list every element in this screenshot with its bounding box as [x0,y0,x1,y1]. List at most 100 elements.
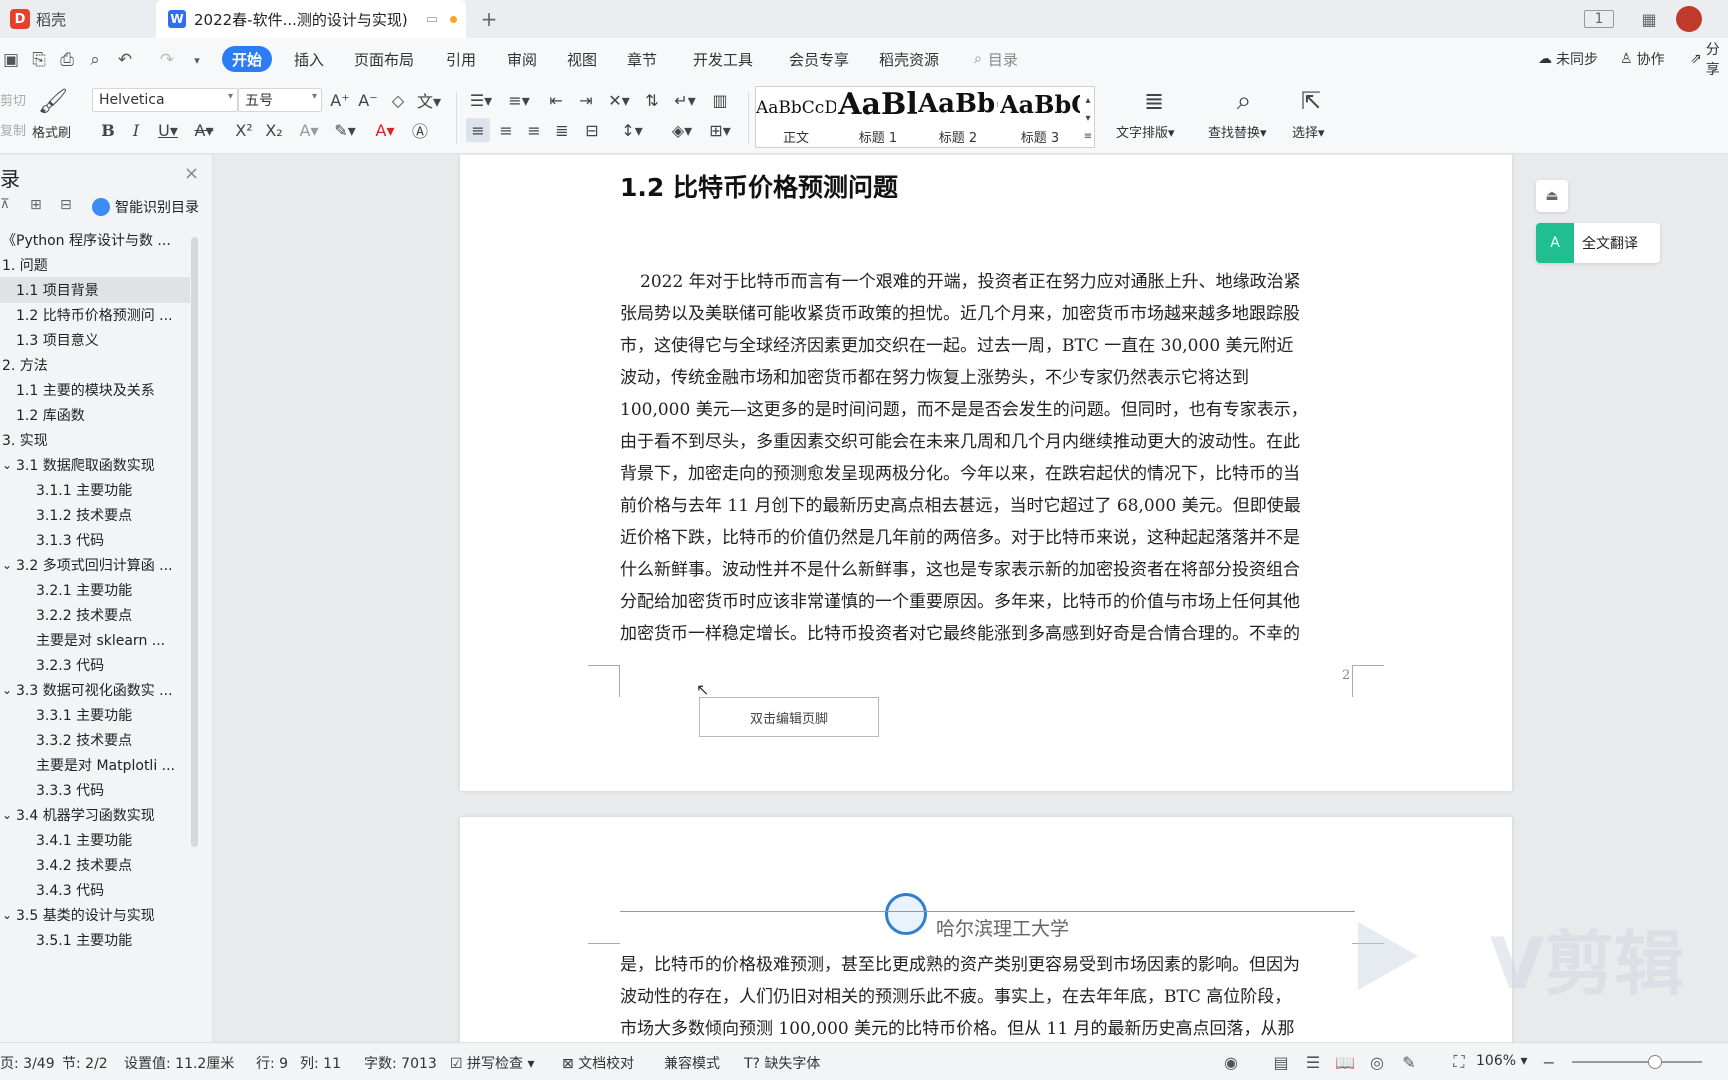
print-preview-icon[interactable]: ⌕ [84,49,106,71]
zoom-slider-thumb[interactable] [1648,1055,1662,1069]
toc-item[interactable]: 主要是对 Matplotli ... [0,752,190,778]
toc-item[interactable]: ⌄ 3.1 数据爬取函数实现 [0,452,190,478]
zoom-level[interactable]: 106% ▾ [1476,1053,1528,1069]
toc-item[interactable]: 1. 问题 [0,252,190,278]
toc-scrollbar[interactable] [191,237,198,847]
menu-developer[interactable]: 开发工具 [683,46,763,72]
doc-proof-button[interactable]: ⊠ 文档校对 [562,1053,634,1073]
menu-page-layout[interactable]: 页面布局 [344,46,424,72]
toc-item[interactable]: ⌄ 3.5 基类的设计与实现 [0,902,190,928]
text-layout-icon[interactable]: ≣ [1136,84,1172,118]
shading-icon[interactable]: ◈▾ [666,118,698,142]
outline-view-icon[interactable]: ☰ [1302,1051,1324,1073]
menu-references[interactable]: 引用 [436,46,486,72]
collaborate-button[interactable]: ♙ 协作 [1610,46,1675,72]
menu-insert[interactable]: 插入 [284,46,334,72]
chinese-layout-icon[interactable]: ✕▾ [604,88,634,112]
toc-item[interactable]: 3.3.3 代码 [0,777,190,803]
font-family-select[interactable]: Helvetica ▾ [92,88,238,112]
collapse-all-icon[interactable]: ⊼ [0,197,10,212]
bold-icon[interactable]: B [98,118,118,142]
justify-icon[interactable]: ≣ [550,118,574,142]
select-cursor-icon[interactable]: ⇱ [1296,84,1326,118]
style-normal[interactable]: AaBbCcDd 正文 [756,86,836,148]
full-translate-button[interactable]: A 全文翻译 [1536,223,1660,263]
toc-item[interactable]: 1.3 项目意义 [0,327,190,353]
grow-font-icon[interactable]: A⁺ [328,88,352,112]
close-icon[interactable]: × [184,163,199,184]
new-tab-button[interactable]: + [478,7,500,31]
undo-icon[interactable]: ↶ [114,49,136,71]
chevron-down-icon[interactable]: ⌄ [2,458,12,472]
line-spacing-icon[interactable]: ↕▾ [616,118,648,142]
quick-access-more-icon[interactable]: ▾ [186,49,208,71]
table-tools-icon[interactable]: ▥ [708,88,732,112]
toc-item[interactable]: ⌄ 3.2 多项式回归计算函 ... [0,552,190,578]
toc-item[interactable]: 3.4.1 主要功能 [0,827,190,853]
shrink-font-icon[interactable]: A⁻ [356,88,380,112]
borders-icon[interactable]: ⊞▾ [704,118,736,142]
numbered-list-icon[interactable]: ≡▾ [504,88,534,112]
page1-body[interactable]: 2022 年对于比特币而言有一个艰难的开端，投资者正在努力应对通胀上升、地缘政治… [620,266,1355,650]
missing-font-button[interactable]: T? 缺失字体 [744,1053,820,1073]
toc-item[interactable]: 3.1.1 主要功能 [0,477,190,503]
menu-review[interactable]: 审阅 [497,46,547,72]
distribute-icon[interactable]: ⊟ [580,118,604,142]
text-effect-icon[interactable]: A▾ [294,118,324,142]
apps-grid-icon[interactable]: ▦ [1638,8,1660,30]
clear-format-icon[interactable]: ◇ [386,88,410,112]
collapse-icon[interactable]: ⊟ [60,197,72,213]
sync-status[interactable]: ☁ 未同步 [1528,46,1608,72]
web-view-icon[interactable]: ◎ [1366,1051,1388,1073]
expand-icon[interactable]: ⊞ [30,197,42,213]
superscript-icon[interactable]: X² [232,118,256,142]
toc-item[interactable]: 2. 方法 [0,352,190,378]
show-marks-icon[interactable]: ↵▾ [670,88,700,112]
cut-button[interactable]: 剪切 [0,90,26,109]
toc-item[interactable]: 1.1 主要的模块及关系 [0,377,190,403]
chevron-down-icon[interactable]: ⌄ [2,808,12,822]
format-painter-icon[interactable]: 🖌 [38,86,68,116]
align-center-icon[interactable]: ≡ [494,118,518,142]
toc-item[interactable]: 3.2.1 主要功能 [0,577,190,603]
style-heading-3[interactable]: AaBbC 标题 3 [1000,86,1080,148]
toc-item[interactable]: 3.2.3 代码 [0,652,190,678]
export-pdf-icon[interactable]: ⎘ [28,49,50,71]
save-icon[interactable]: ▣ [0,49,22,71]
format-painter-label[interactable]: 格式刷 [32,122,71,141]
align-right-icon[interactable]: ≡ [522,118,546,142]
user-avatar[interactable] [1676,6,1702,32]
zoom-slider-track[interactable] [1572,1061,1702,1063]
status-page[interactable]: 页: 3/49 [0,1053,55,1073]
toc-item[interactable]: 3.5.1 主要功能 [0,927,190,953]
chevron-down-icon[interactable]: ⌄ [2,908,12,922]
redo-icon[interactable]: ↷ [156,49,178,71]
find-replace-icon[interactable]: ⌕ [1226,84,1262,118]
menu-docer-resources[interactable]: 稻壳资源 [869,46,949,72]
toc-item[interactable]: 1.1 项目背景 [0,277,190,303]
toc-item[interactable]: 3.4.2 技术要点 [0,852,190,878]
toc-item[interactable]: 3.2.2 技术要点 [0,602,190,628]
toc-item[interactable]: 1.2 库函数 [0,402,190,428]
chevron-down-icon[interactable]: ⌄ [2,558,12,572]
chevron-down-icon[interactable]: ⌄ [2,683,12,697]
tab-document[interactable]: W 2022春-软件...测的设计与实现) ▭ [156,0,466,38]
menu-view[interactable]: 视图 [557,46,607,72]
copy-button[interactable]: 复制 [0,120,26,139]
write-mode-icon[interactable]: ✎ [1398,1051,1420,1073]
collapse-panel-icon[interactable]: ⏏ [1536,180,1568,212]
fit-page-icon[interactable]: ⛶ [1448,1051,1470,1073]
status-word-count[interactable]: 字数: 7013 [364,1053,437,1073]
font-size-select[interactable]: 五号 ▾ [238,88,322,112]
align-left-icon[interactable]: ≡ [466,118,490,142]
text-layout-label[interactable]: 文字排版▾ [1116,122,1175,141]
smart-toc-button[interactable]: 智能识别目录 [92,197,199,217]
toc-item[interactable]: 3.1.2 技术要点 [0,502,190,528]
font-color-icon[interactable]: A▾ [370,118,400,142]
print-icon[interactable]: ⎙ [56,49,78,71]
italic-icon[interactable]: I [126,118,146,142]
page-view-icon[interactable]: 1 [1584,10,1614,28]
toc-item[interactable]: 3.3.1 主要功能 [0,702,190,728]
toc-item[interactable]: ⌄ 3.3 数据可视化函数实 ... [0,677,190,703]
page2-body[interactable]: 是，比特币的价格极难预测，甚至比更成熟的资产类别更容易受到市场因素的影响。但因为… [620,949,1355,1045]
